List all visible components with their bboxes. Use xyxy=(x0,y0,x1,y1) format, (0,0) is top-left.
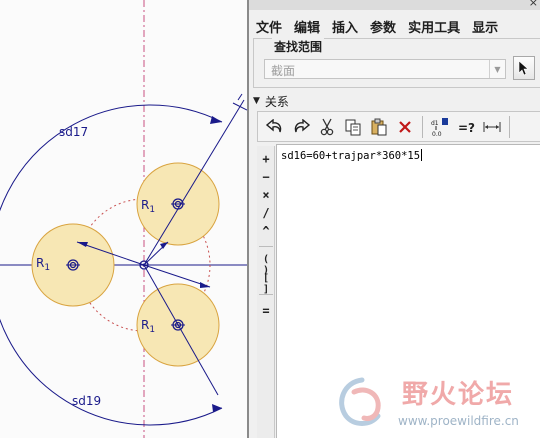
relations-toolbar: d1 0.0 =? xyxy=(257,111,540,142)
menu-parameters[interactable]: 参数 xyxy=(363,17,401,36)
copy-icon xyxy=(345,119,361,135)
relation-text-line[interactable]: sd16=60+trajpar*360*15 xyxy=(281,149,423,162)
delete-icon xyxy=(399,120,411,133)
cut-button[interactable] xyxy=(314,114,340,140)
arrowhead-bottom xyxy=(200,282,210,288)
menu-display[interactable]: 显示 xyxy=(465,17,503,36)
operator-separator xyxy=(259,294,273,295)
copy-button[interactable] xyxy=(340,114,366,140)
toolbar-separator xyxy=(509,115,510,138)
cut-icon xyxy=(320,118,334,135)
dimension-sd17[interactable]: sd17 xyxy=(59,125,88,139)
arrow-select-icon xyxy=(518,60,529,76)
toolbar-separator xyxy=(422,115,423,138)
operator-minus[interactable]: − xyxy=(257,170,275,184)
operator-brackets[interactable]: [ ] xyxy=(257,273,275,295)
radius-letter: R xyxy=(141,198,149,212)
close-icon[interactable]: × xyxy=(529,0,538,9)
menu-edit[interactable]: 编辑 xyxy=(287,17,325,36)
svg-text:0.0: 0.0 xyxy=(432,131,442,137)
witness-line-top xyxy=(232,102,247,111)
witness-tick-top xyxy=(237,93,243,101)
paste-button[interactable] xyxy=(366,114,392,140)
radius-subscript: 1 xyxy=(149,205,155,215)
arc-arrowhead-top xyxy=(210,116,222,124)
swirl-logo-icon xyxy=(339,377,381,426)
relations-section-header[interactable]: ▼ 关系 xyxy=(253,93,289,109)
search-scope-dropdown[interactable]: 截面 ▼ xyxy=(264,59,506,79)
pick-button[interactable] xyxy=(513,56,535,80)
relations-section-label: 关系 xyxy=(264,94,289,109)
search-scope-value: 截面 xyxy=(271,64,296,78)
collapse-triangle-icon[interactable]: ▼ xyxy=(253,96,260,106)
watermark-url: www.proewildfire.cn xyxy=(398,414,519,428)
chevron-down-icon[interactable]: ▼ xyxy=(489,60,505,78)
radius-subscript: 1 xyxy=(149,325,155,335)
evaluate-icon: d1 0.0 xyxy=(431,117,448,137)
evaluate-button[interactable]: d1 0.0 xyxy=(427,114,453,140)
operator-separator xyxy=(259,246,273,247)
sketch-drawing: sd17 sd19 R1 R1 R1 xyxy=(0,0,247,438)
menu-file[interactable]: 文件 xyxy=(249,17,287,36)
verify-icon: =? xyxy=(458,121,475,135)
radius-letter: R xyxy=(141,318,149,332)
operator-divide[interactable]: / xyxy=(257,206,275,220)
undo-button[interactable] xyxy=(262,114,288,140)
paste-icon xyxy=(371,118,387,135)
operator-plus[interactable]: + xyxy=(257,152,275,166)
verify-button[interactable]: =? xyxy=(453,114,479,140)
operator-equals[interactable]: = xyxy=(257,304,275,318)
forum-watermark: 野火论坛 www.proewildfire.cn xyxy=(330,372,540,438)
operator-multiply[interactable]: × xyxy=(257,188,275,202)
sort-button[interactable] xyxy=(479,114,505,140)
dimension-sd19[interactable]: sd19 xyxy=(72,394,101,408)
svg-text:d1: d1 xyxy=(431,120,439,127)
watermark-title: 野火论坛 xyxy=(402,380,515,410)
menu-insert[interactable]: 插入 xyxy=(325,17,363,36)
radius-letter: R xyxy=(36,256,44,270)
sketch-canvas[interactable]: sd17 sd19 R1 R1 R1 xyxy=(0,0,247,438)
sort-icon xyxy=(483,121,501,132)
search-scope-title: 查找范围 xyxy=(272,38,325,55)
radius-subscript: 1 xyxy=(44,263,50,273)
text-caret xyxy=(421,149,423,161)
relation-expression: sd16=60+trajpar*360*15 xyxy=(281,150,421,162)
redo-button[interactable] xyxy=(288,114,314,140)
redo-icon xyxy=(294,118,311,132)
menu-bar: 文件 编辑 插入 参数 实用工具 显示 xyxy=(249,14,540,38)
dialog-titlebar: × xyxy=(249,0,540,10)
undo-icon xyxy=(265,118,282,132)
svg-text:=?: =? xyxy=(458,121,475,135)
operator-column: + − × / ^ ( ) [ ] = xyxy=(257,146,275,438)
operator-power[interactable]: ^ xyxy=(257,224,275,238)
delete-button[interactable] xyxy=(392,114,418,140)
menu-utilities[interactable]: 实用工具 xyxy=(401,17,465,36)
search-scope-group: 查找范围 截面 ▼ xyxy=(253,38,540,88)
